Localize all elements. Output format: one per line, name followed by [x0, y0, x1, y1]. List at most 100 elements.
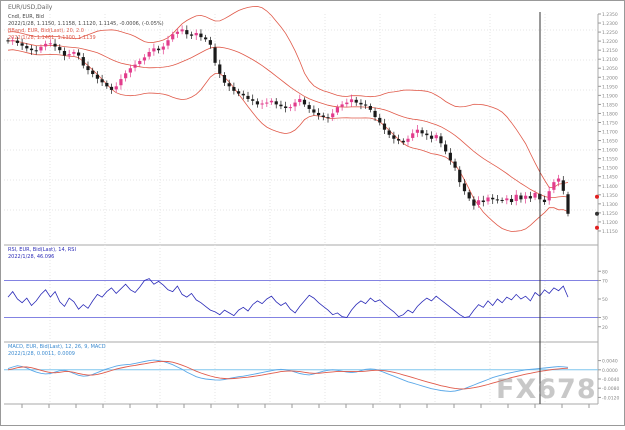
price-tick-label: 1.2250: [602, 30, 618, 36]
bb-lower-marker: [595, 225, 599, 230]
candle-body: [20, 43, 24, 46]
candle-body: [345, 102, 349, 105]
candle-body: [486, 197, 490, 202]
candle-body: [222, 75, 227, 83]
candle-body: [156, 48, 161, 51]
price-tick-label: 1.1600: [602, 148, 618, 154]
candle-body: [326, 117, 330, 119]
candle-body: [293, 102, 297, 107]
candle-body: [476, 200, 481, 205]
candle-body: [204, 37, 208, 40]
candle-body: [232, 86, 236, 91]
candle-body: [236, 91, 241, 94]
macd-tick-label: -0.0040: [602, 377, 620, 383]
candle-body: [547, 191, 551, 201]
candle-body: [119, 79, 123, 86]
candle-body: [44, 43, 48, 47]
rsi-legend-values: 2022/1/28, 46.096: [8, 254, 54, 260]
candle-body: [566, 194, 570, 214]
chart-canvas: EUR/USD,Daily 1.2350 1.2300 1.2250 1.2200 1.…: [0, 0, 625, 426]
candle-body: [208, 40, 212, 45]
candle-body: [241, 93, 245, 96]
candle-body: [519, 195, 523, 200]
candle-body: [514, 194, 518, 201]
last-price-marker: [595, 211, 599, 216]
candle-body: [138, 61, 142, 65]
candle-body: [444, 144, 448, 152]
candle-body: [524, 195, 528, 199]
candle-body: [373, 110, 377, 118]
candle-body: [448, 152, 452, 161]
watermark-text: FX678: [496, 374, 597, 405]
candle-body: [556, 178, 561, 182]
candle-body: [302, 99, 307, 105]
price-tick-label: 1.2000: [602, 75, 618, 81]
chart-window: EUR/USD,Daily 1.2350 1.2300 1.2250 1.2200 1.…: [0, 0, 625, 426]
candle-body: [53, 43, 57, 47]
rsi-tick-label: 80: [602, 269, 608, 275]
candle-body: [265, 102, 269, 104]
candle-body: [411, 133, 415, 138]
candle-body: [359, 102, 363, 105]
candle-body: [420, 130, 424, 134]
macd-legend-values: 2022/1/28, 0.0011, 0.0009: [8, 351, 75, 357]
price-tick-label: 1.1200: [602, 220, 618, 226]
macd-tick-label: -0.0120: [602, 395, 620, 401]
candle-body: [133, 64, 137, 68]
candle-body: [307, 105, 311, 109]
candle-body: [72, 51, 76, 54]
price-tick-label: 1.1850: [602, 102, 618, 108]
price-tick-label: 1.1500: [602, 166, 618, 172]
candle-body: [194, 32, 198, 36]
candle-body: [246, 95, 250, 99]
candle-body: [467, 192, 471, 199]
candle-body: [91, 70, 95, 75]
candle-body: [81, 57, 85, 66]
candle-body: [147, 51, 151, 57]
price-tick-label: 1.1750: [602, 120, 618, 126]
candle-body: [312, 109, 316, 113]
candle-body: [189, 34, 194, 36]
candle-body: [321, 115, 325, 118]
macd-tick-label: 0.0000: [602, 368, 618, 374]
candle-body: [509, 198, 514, 203]
candle-body: [279, 104, 283, 107]
candle-body: [387, 130, 391, 135]
candle-body: [39, 46, 43, 51]
window-frame: [0, 0, 625, 426]
macd-legend-line: MACD, EUR, Bid(Last), 12, 26, 9, MACD: [8, 344, 106, 350]
candle-body: [274, 101, 278, 105]
candle-body: [505, 198, 509, 201]
bollinger-legend-values: 2022/1/28, 1.1461, 1.1300, 1.1139: [8, 35, 96, 41]
candle-body: [340, 104, 344, 107]
candle-body: [392, 135, 396, 139]
candle-body: [491, 197, 495, 200]
candle-body: [260, 103, 264, 105]
price-tick-label: 1.1250: [602, 211, 618, 217]
candle-body: [105, 82, 109, 87]
candle-body: [251, 99, 255, 101]
candle-body: [331, 113, 335, 118]
candle-body: [185, 30, 189, 35]
candle-body: [100, 79, 104, 83]
price-tick-label: 1.1800: [602, 111, 618, 117]
candle-body: [495, 199, 500, 201]
candle-body: [401, 140, 405, 143]
candle-body: [67, 54, 71, 56]
price-tick-label: 1.2200: [602, 39, 618, 45]
candle-body: [472, 199, 476, 206]
candle-body: [415, 129, 420, 133]
candle-body: [48, 43, 52, 45]
candle-body: [86, 66, 90, 71]
candle-body: [218, 64, 222, 74]
rsi-tick-label: 20: [602, 325, 608, 331]
price-tick-label: 1.2050: [602, 66, 618, 72]
candle-body: [29, 48, 34, 51]
candle-body: [124, 73, 128, 79]
candle-body: [354, 99, 358, 103]
candle-body: [95, 74, 100, 79]
candle-body: [561, 180, 565, 191]
candle-body: [368, 105, 372, 110]
price-tick-label: 1.1350: [602, 193, 618, 199]
candle-body: [500, 199, 504, 201]
